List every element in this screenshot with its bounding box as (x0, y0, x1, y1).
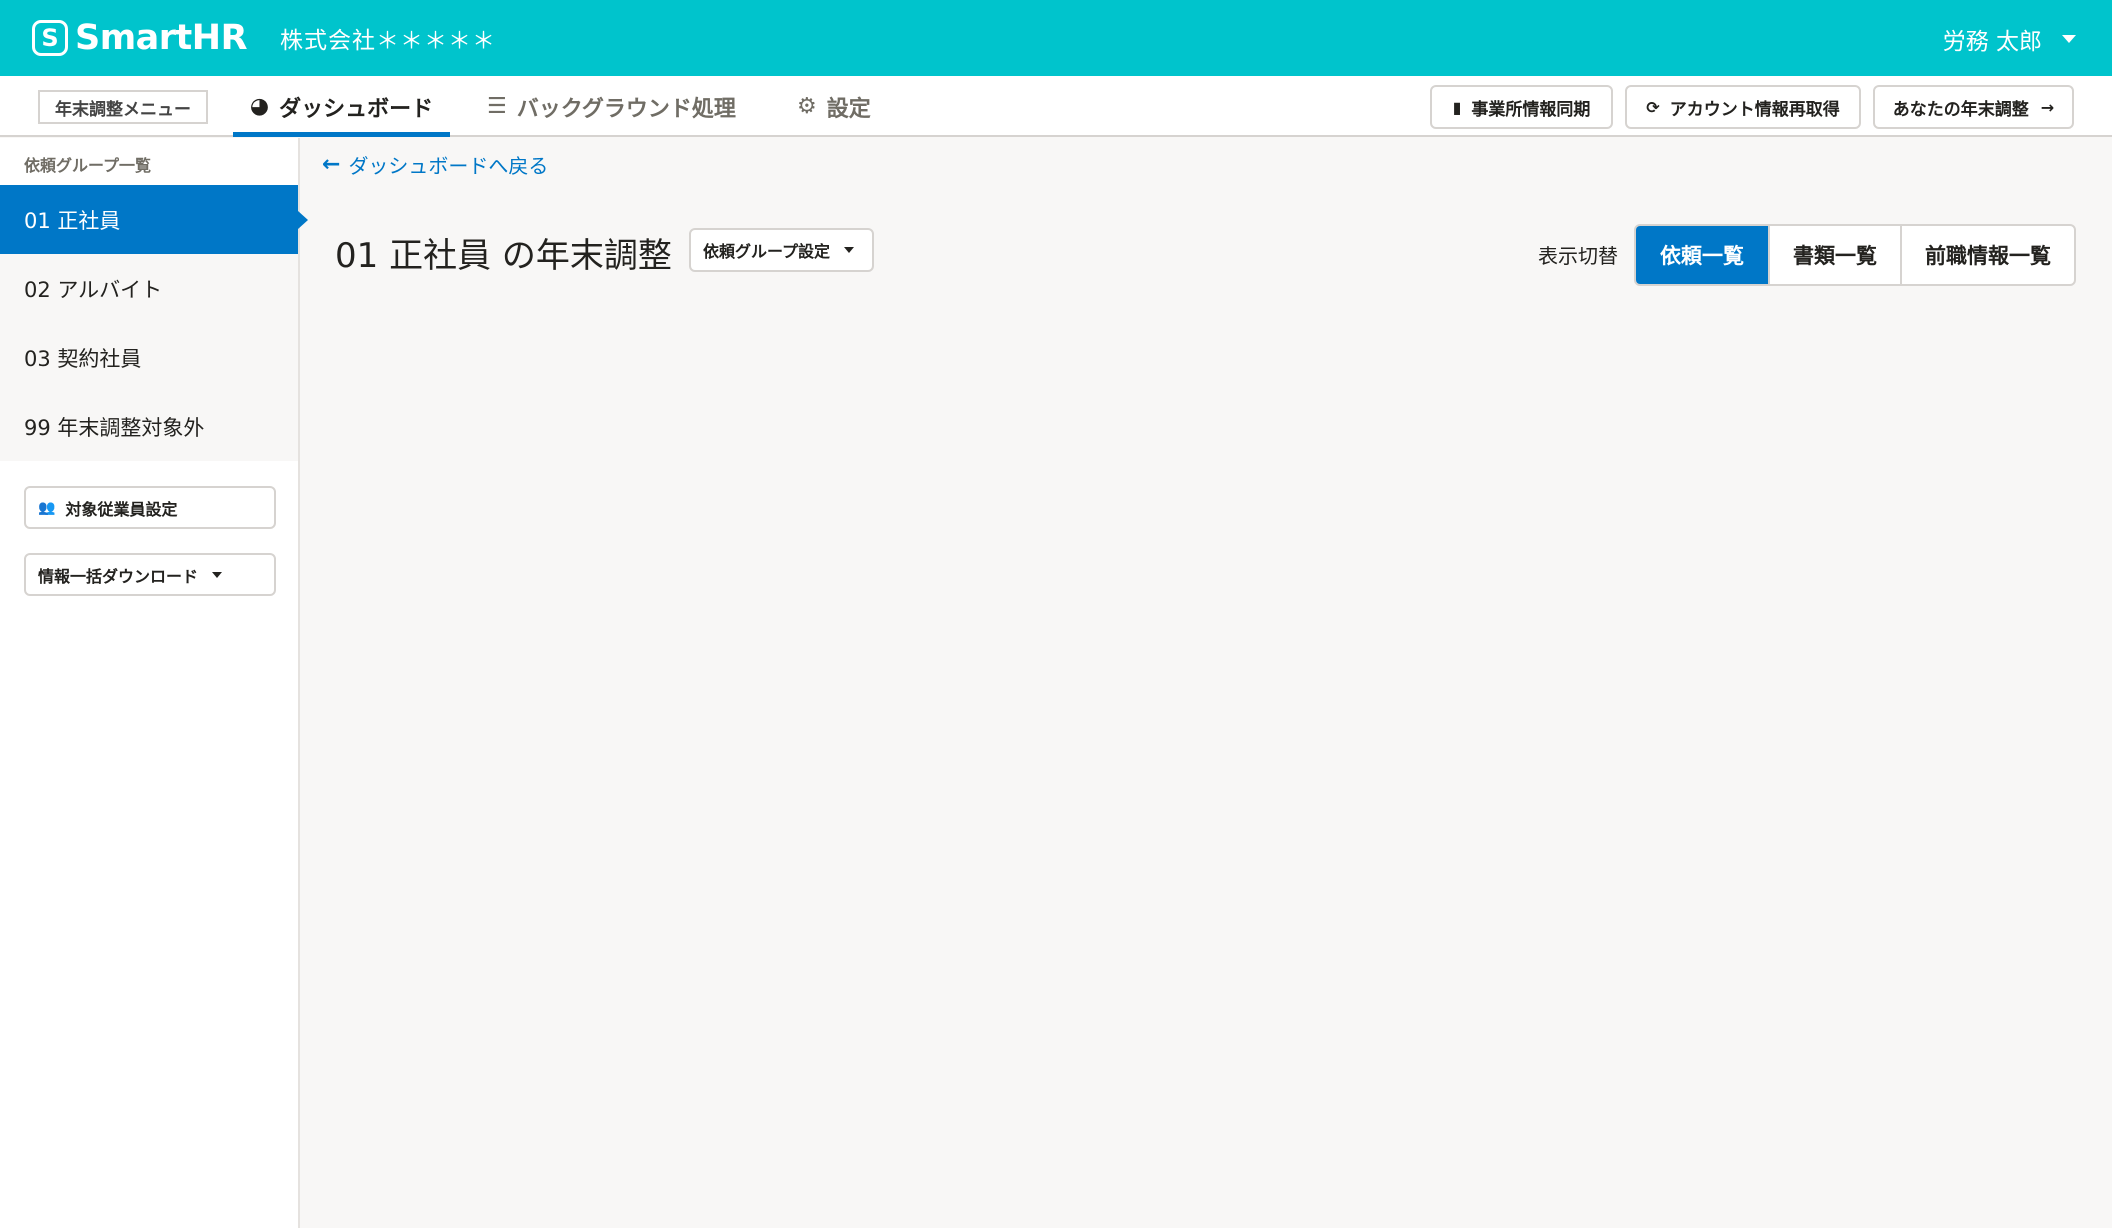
view-switch-label: 表示切替 (1538, 244, 1618, 268)
tab-settings-label: 設定 (826, 96, 871, 122)
sub-navigation: 年末調整メニュー ◕ ダッシュボード ☰ バックグラウンド処理 ⚙ 設定 ▮ 事… (0, 76, 2112, 137)
top-header: S SmartHR 株式会社＊＊＊＊＊ 労務 太郎 (0, 0, 2112, 76)
users-icon: 👥 (38, 499, 56, 516)
group-item-excluded[interactable]: 99 年末調整対象外 (0, 392, 298, 461)
view-tab-documents[interactable]: 書類一覧 (1768, 226, 1900, 284)
your-year-end-label: あなたの年末調整 (1892, 99, 2029, 120)
view-tab-requests[interactable]: 依頼一覧 (1636, 226, 1768, 284)
view-tab-previous-job[interactable]: 前職情報一覧 (1900, 226, 2074, 284)
building-icon: ▮ (1452, 97, 1462, 117)
group-settings-label: 依頼グループ設定 (703, 242, 831, 261)
logo-text: SmartHR (75, 18, 248, 58)
bulk-download-label: 情報一括ダウンロード (38, 566, 199, 586)
target-employee-settings-button[interactable]: 👥 対象従業員設定 (24, 486, 276, 529)
refetch-account-button[interactable]: ⟳ アカウント情報再取得 (1625, 85, 1861, 129)
your-year-end-button[interactable]: あなたの年末調整 → (1873, 85, 2074, 129)
target-employee-settings-label: 対象従業員設定 (65, 499, 178, 519)
group-item-label: 02 アルバイト (24, 277, 163, 302)
bulk-download-button[interactable]: 情報一括ダウンロード (24, 553, 276, 596)
sidebar: 依頼グループ一覧 01 正社員 02 アルバイト 03 契約社員 99 年末調整… (0, 138, 308, 1228)
view-switcher: 依頼一覧 書類一覧 前職情報一覧 (1634, 224, 2076, 286)
dashboard-icon: ◕ (249, 94, 270, 119)
group-list-heading: 依頼グループ一覧 (24, 156, 152, 175)
gear-icon: ⚙ (797, 94, 817, 119)
database-icon: ☰ (487, 94, 507, 119)
tab-background-label: バックグラウンド処理 (516, 96, 736, 122)
refetch-account-label: アカウント情報再取得 (1669, 99, 1840, 120)
company-name: 株式会社＊＊＊＊＊ (280, 28, 497, 54)
sync-office-info-label: 事業所情報同期 (1471, 99, 1591, 120)
caret-down-icon (844, 247, 855, 253)
year-end-menu-button[interactable]: 年末調整メニュー (38, 90, 208, 124)
arrow-right-icon: → (2040, 97, 2055, 117)
smarthr-logo[interactable]: S SmartHR (32, 18, 248, 58)
logo-mark-icon: S (32, 20, 68, 56)
user-menu[interactable]: 労務 太郎 (1943, 22, 2076, 56)
page-title: 01 正社員 の年末調整 (335, 236, 672, 276)
refresh-icon: ⟳ (1646, 97, 1660, 117)
back-link-label: ダッシュボードへ戻る (348, 154, 549, 178)
group-item-contract[interactable]: 03 契約社員 (0, 323, 298, 392)
group-item-label: 03 契約社員 (24, 346, 142, 371)
group-item-part-time[interactable]: 02 アルバイト (0, 254, 298, 323)
tab-dashboard-label: ダッシュボード (279, 96, 434, 122)
group-item-label: 99 年末調整対象外 (24, 415, 205, 440)
tab-dashboard[interactable]: ◕ ダッシュボード (233, 76, 450, 137)
tab-background-processing[interactable]: ☰ バックグラウンド処理 (487, 76, 736, 137)
back-to-dashboard-link[interactable]: ← ダッシュボードへ戻る (322, 150, 548, 179)
group-settings-dropdown-button[interactable]: 依頼グループ設定 (689, 228, 874, 272)
group-item-full-time[interactable]: 01 正社員 (0, 185, 308, 254)
group-list: 01 正社員 02 アルバイト 03 契約社員 99 年末調整対象外 (0, 185, 308, 461)
group-item-label: 01 正社員 (24, 208, 121, 233)
arrow-left-icon: ← (322, 152, 341, 177)
tab-settings[interactable]: ⚙ 設定 (797, 76, 871, 137)
caret-down-icon (212, 571, 223, 578)
sync-office-info-button[interactable]: ▮ 事業所情報同期 (1430, 85, 1613, 129)
user-name: 労務 太郎 (1942, 29, 2042, 55)
chevron-down-icon (2062, 35, 2076, 43)
